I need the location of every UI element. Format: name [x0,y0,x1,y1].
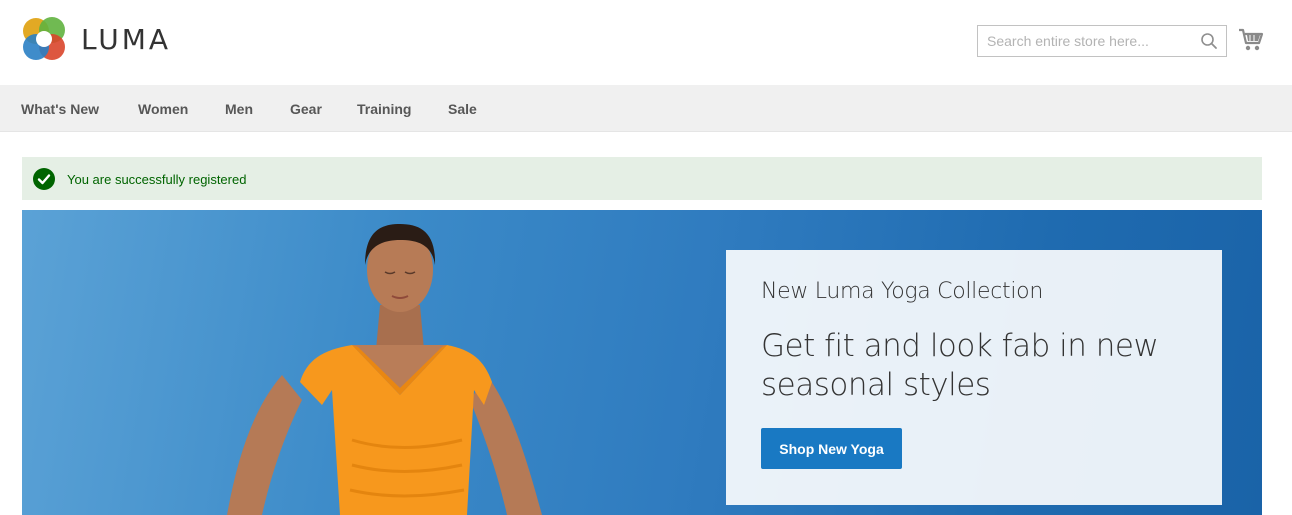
cart-icon[interactable] [1238,27,1264,53]
yoga-model-image [227,224,542,515]
hero-banner[interactable]: New Luma Yoga Collection Get fit and loo… [22,210,1262,515]
nav-item-women[interactable]: Women [138,101,188,117]
search-box [977,25,1227,57]
checkmark-circle-icon [33,168,55,190]
luma-logo-mark [23,17,65,60]
search-input[interactable] [978,26,1193,56]
luma-logo[interactable]: LUMA [21,15,181,63]
nav-item-men[interactable]: Men [225,101,253,117]
search-icon[interactable] [1200,32,1218,50]
success-message-text: You are successfully registered [67,172,247,187]
main-navigation: What's New Women Men Gear Training Sale [0,85,1292,132]
success-message: You are successfully registered [22,157,1262,200]
nav-item-whats-new[interactable]: What's New [21,101,99,117]
nav-item-training[interactable]: Training [357,101,411,117]
promo-card: New Luma Yoga Collection Get fit and loo… [726,250,1222,505]
nav-item-gear[interactable]: Gear [290,101,322,117]
nav-item-sale[interactable]: Sale [448,101,477,117]
site-header: LUMA [0,0,1292,85]
promo-subtitle: New Luma Yoga Collection [761,279,1043,304]
brand-name: LUMA [81,22,172,56]
shop-new-yoga-button[interactable]: Shop New Yoga [761,428,902,469]
promo-title: Get fit and look fab in new seasonal sty… [761,328,1159,403]
